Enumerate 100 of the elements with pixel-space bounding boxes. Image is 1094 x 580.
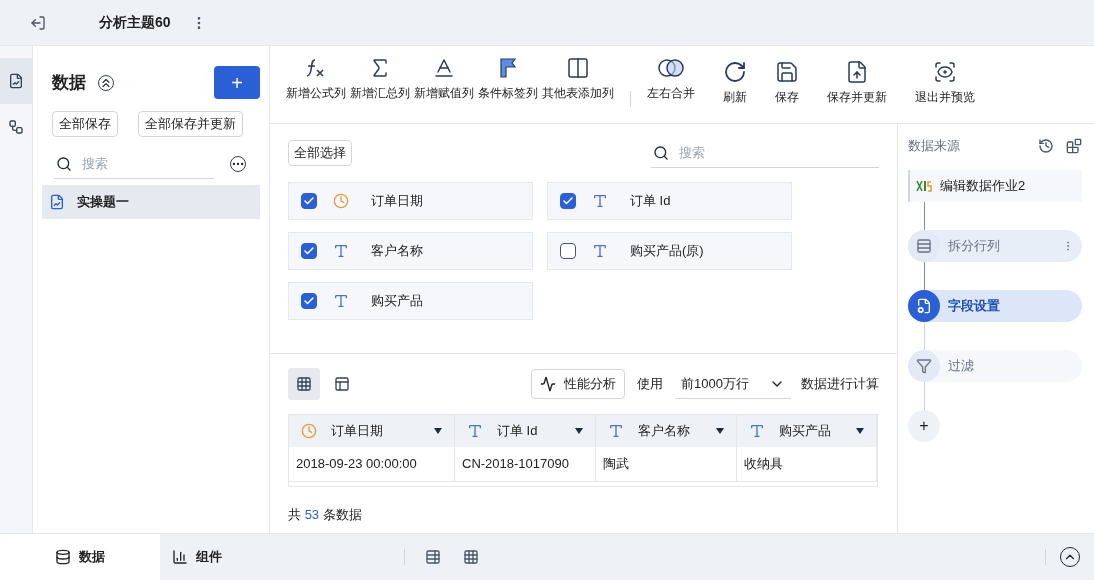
field-card[interactable]: 购买产品 [288,282,533,320]
checkbox[interactable] [560,243,576,259]
clock-icon [333,193,349,209]
toolbar-button[interactable]: 保存 [773,60,801,106]
sort-caret-icon[interactable] [575,428,583,434]
flow-step[interactable]: 拆分行列 [908,229,1082,262]
bottom-tab[interactable]: 组件 [160,534,234,580]
step-label: 编辑数据作业2 [940,176,1026,195]
table-cell: 收纳具 [737,447,877,481]
grid-icon [296,376,312,392]
search-icon [56,156,72,172]
pulse-icon [540,376,556,392]
toolbar-button[interactable]: 刷新 [721,60,749,106]
spreadsheet-icon [916,178,932,193]
bar-chart-icon [172,549,188,565]
table-cell: 2018-09-23 00:00:00 [289,447,455,481]
history-icon[interactable] [1038,137,1054,154]
text-type-icon [467,423,483,439]
save-all-button[interactable]: 全部保存 [52,111,118,137]
refresh-icon [723,60,747,84]
source-step[interactable]: 编辑数据作业2 [908,169,1082,202]
column-header[interactable]: 客户名称 [596,415,737,447]
toolbar-button[interactable]: 其他表添加列 [540,56,616,102]
save-icon [775,60,799,84]
bottom-tab[interactable]: 数据 [0,534,160,580]
field-card[interactable]: 购买产品(原) [547,232,792,270]
check-icon [303,195,315,207]
column-header[interactable]: 订单 Id [455,415,596,447]
sort-caret-icon[interactable] [434,428,442,434]
field-label: 客户名称 [371,242,423,261]
search-field[interactable]: 搜索 [54,149,214,179]
toolbar-button[interactable]: 保存并更新 [825,60,889,106]
field-settings-icon [908,289,940,322]
text-type-icon [749,423,765,439]
merge-icon [657,56,685,80]
flow-step[interactable]: 过滤 [908,349,1082,382]
blocks-icon[interactable] [1066,137,1082,154]
text-type-icon [592,193,608,209]
column-header[interactable]: 购买产品 [737,415,877,447]
layout-icon [334,376,350,392]
step-label: 过滤 [948,356,974,375]
database-icon [55,549,71,565]
field-label: 购买产品(原) [630,242,704,261]
view-toggle[interactable] [288,368,320,400]
filter-icon [908,349,940,382]
column-label: 订单 Id [497,422,538,441]
field-label: 购买产品 [371,292,423,311]
check-icon [303,245,315,257]
file-arrow-icon [845,60,869,84]
clock-icon [301,423,317,439]
search-icon [653,145,669,161]
column-header[interactable]: 订单日期 [289,415,455,447]
check-icon [562,195,574,207]
add-button[interactable]: + [214,66,260,99]
column-label: 购买产品 [779,422,831,441]
toolbar-button[interactable]: 新增汇总列 [348,56,412,102]
panel-title: 数据 [52,71,86,94]
table-cell: 陶武 [596,447,737,481]
text-type-icon [333,243,349,259]
step-label: 拆分行列 [948,236,1000,255]
window-title: 分析主题60 [99,13,171,32]
save-all-button[interactable]: 全部保存并更新 [138,111,243,137]
rows-dropdown[interactable]: 前1000万行 [675,369,791,399]
flow-icon [8,119,24,135]
column-label: 客户名称 [638,422,690,441]
text-type-icon [608,423,624,439]
step-label: 字段设置 [948,296,1000,315]
field-card[interactable]: 订单 Id [547,182,792,220]
field-card[interactable]: 订单日期 [288,182,533,220]
toolbar-button[interactable]: 新增赋值列 [412,56,476,102]
letter-icon [432,56,456,80]
checkbox[interactable] [301,243,317,259]
field-label: 订单日期 [371,192,423,211]
toolbar-button[interactable]: 新增公式列 [284,56,348,102]
table-list-item[interactable]: 实操题一 [42,185,260,219]
toolbar-button[interactable]: 条件标签列 [476,56,540,102]
sort-caret-icon[interactable] [856,428,864,434]
column-label: 订单日期 [331,422,383,441]
check-icon [303,295,315,307]
search-field[interactable]: 搜索 [651,138,879,168]
table-cell: CN-2018-1017090 [455,447,596,481]
flow-step[interactable]: 字段设置 [908,289,1082,322]
checkbox[interactable] [301,193,317,209]
sort-caret-icon[interactable] [716,428,724,434]
checkbox[interactable] [560,193,576,209]
chart-file-icon [49,194,65,210]
toolbar-button[interactable]: 退出并预览 [913,60,977,106]
panel-title: 数据来源 [908,137,960,155]
performance-button[interactable]: 性能分析 [531,369,625,399]
add-step-button[interactable]: + [908,409,940,442]
toolbar-button[interactable]: 左右合并 [645,56,697,102]
exit-icon [29,14,46,31]
text-type-icon [592,243,608,259]
field-label: 订单 Id [630,192,671,211]
row-count: 共 53 条数据 [288,506,363,524]
checkbox[interactable] [301,293,317,309]
select-all-button[interactable]: 全部选择 [288,140,352,166]
eye-icon [933,60,957,84]
field-card[interactable]: 客户名称 [288,232,533,270]
chart-file-icon [8,73,24,89]
